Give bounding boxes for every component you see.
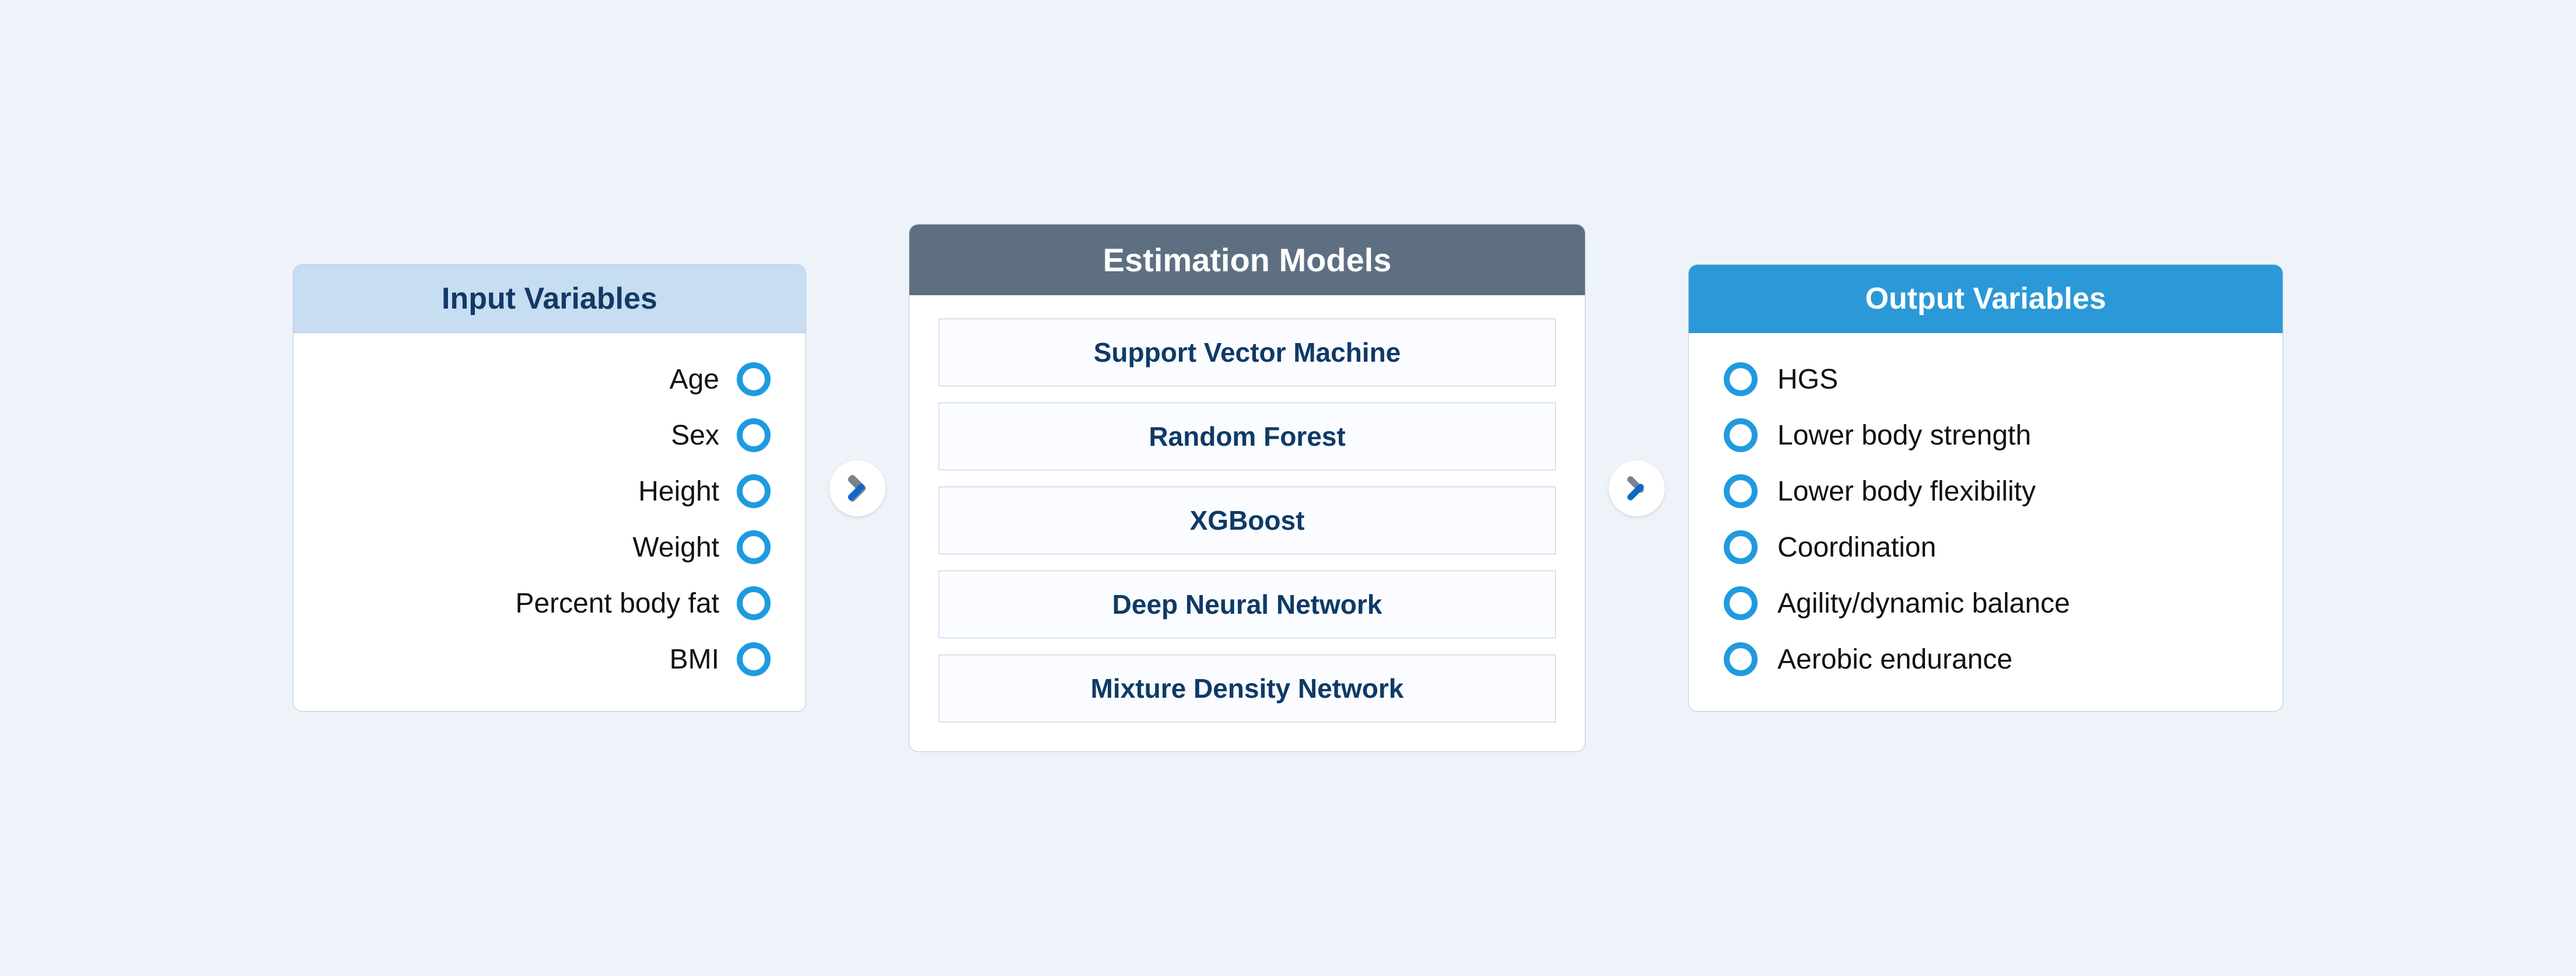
circle-icon — [737, 530, 771, 564]
circle-icon — [737, 642, 771, 676]
output-item: Coordination — [1724, 530, 2253, 564]
output-panel-title: Output Variables — [1689, 265, 2283, 333]
input-variables-panel: Input Variables Age Sex Height Weight Pe… — [293, 264, 806, 712]
output-item-label: Coordination — [1777, 531, 1936, 564]
input-panel-body: Age Sex Height Weight Percent body fat B… — [293, 333, 806, 711]
output-item: HGS — [1724, 362, 2253, 396]
output-item: Lower body strength — [1724, 418, 2253, 452]
input-item: Percent body fat — [317, 586, 771, 620]
chevron-right-icon — [1622, 473, 1652, 503]
output-item-label: Agility/dynamic balance — [1777, 587, 2070, 620]
input-item-label: Sex — [671, 419, 719, 452]
estimation-models-panel: Estimation Models Support Vector Machine… — [909, 224, 1586, 752]
circle-icon — [1724, 530, 1758, 564]
input-item-label: BMI — [670, 643, 719, 676]
output-item-label: Lower body strength — [1777, 419, 2031, 452]
input-panel-title: Input Variables — [293, 265, 806, 333]
circle-icon — [737, 586, 771, 620]
model-item: XGBoost — [939, 487, 1556, 554]
arrow-connector — [830, 460, 886, 516]
output-panel-body: HGS Lower body strength Lower body flexi… — [1689, 333, 2283, 711]
output-item-label: Lower body flexibility — [1777, 475, 2036, 508]
output-item: Agility/dynamic balance — [1724, 586, 2253, 620]
input-item: Weight — [317, 530, 771, 564]
circle-icon — [1724, 586, 1758, 620]
model-item: Mixture Density Network — [939, 655, 1556, 722]
input-item: BMI — [317, 642, 771, 676]
model-item: Deep Neural Network — [939, 571, 1556, 638]
circle-icon — [737, 418, 771, 452]
circle-icon — [737, 474, 771, 508]
model-item: Random Forest — [939, 403, 1556, 470]
output-item: Lower body flexibility — [1724, 474, 2253, 508]
circle-icon — [1724, 474, 1758, 508]
circle-icon — [1724, 362, 1758, 396]
models-panel-title: Estimation Models — [909, 225, 1585, 295]
chevron-right-icon — [842, 473, 873, 503]
output-variables-panel: Output Variables HGS Lower body strength… — [1688, 264, 2283, 712]
output-item-label: HGS — [1777, 363, 1838, 396]
model-item: Support Vector Machine — [939, 319, 1556, 386]
circle-icon — [737, 362, 771, 396]
input-item: Age — [317, 362, 771, 396]
input-item-label: Height — [638, 475, 719, 508]
circle-icon — [1724, 642, 1758, 676]
models-panel-body: Support Vector Machine Random Forest XGB… — [909, 295, 1585, 751]
input-item: Height — [317, 474, 771, 508]
input-item: Sex — [317, 418, 771, 452]
input-item-label: Weight — [632, 531, 719, 564]
output-item-label: Aerobic endurance — [1777, 643, 2013, 676]
circle-icon — [1724, 418, 1758, 452]
output-item: Aerobic endurance — [1724, 642, 2253, 676]
arrow-connector — [1609, 460, 1665, 516]
input-item-label: Percent body fat — [515, 587, 719, 620]
input-item-label: Age — [670, 363, 719, 396]
